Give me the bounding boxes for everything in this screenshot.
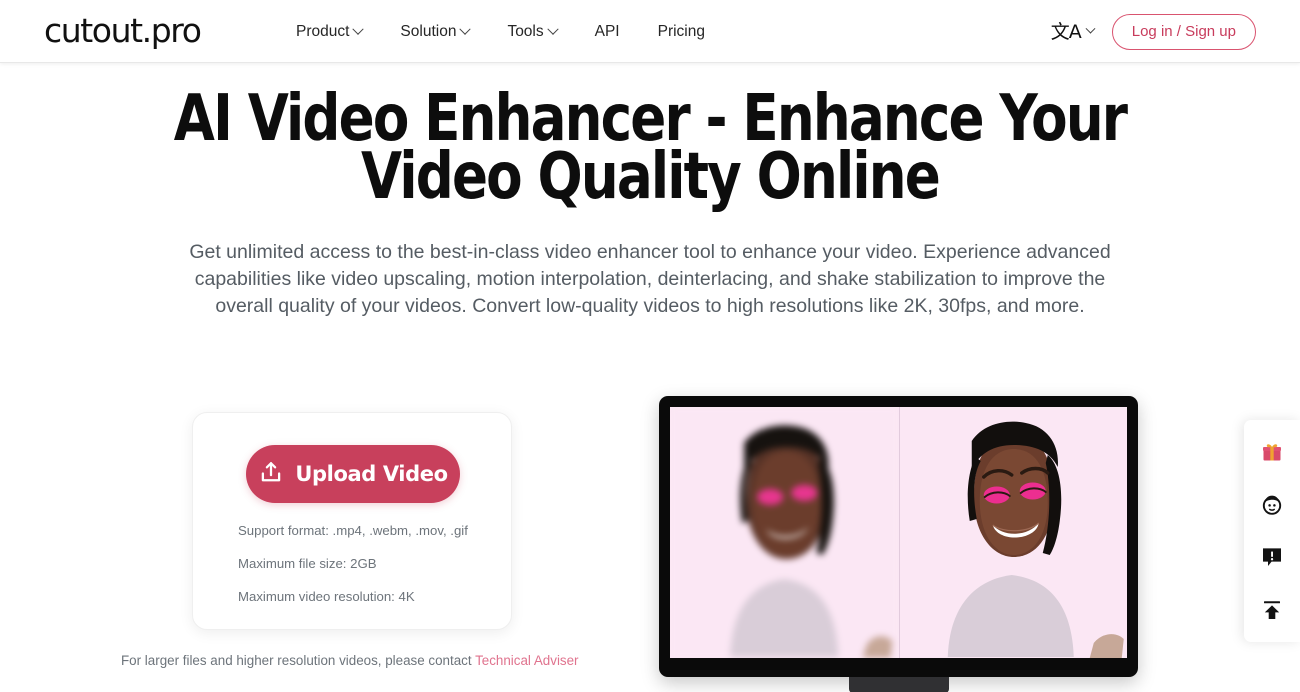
main-navigation: Product Solution Tools API Pricing: [296, 0, 705, 63]
comparison-screen: [670, 407, 1127, 658]
page-title: AI Video Enhancer - Enhance Your Video Q…: [173, 82, 1128, 214]
nav-label: Solution: [400, 22, 457, 40]
avatar-face-icon[interactable]: [1255, 488, 1289, 522]
chevron-down-icon: [459, 23, 472, 35]
upload-video-button[interactable]: Upload Video: [246, 445, 460, 503]
floating-action-bar: [1244, 420, 1300, 642]
max-resolution-note: Maximum video resolution: 4K: [238, 589, 415, 604]
logo[interactable]: cutout.pro: [44, 11, 202, 51]
chevron-down-icon: [546, 23, 559, 35]
chevron-down-icon: [1085, 23, 1096, 34]
upload-icon: [258, 460, 284, 489]
upload-constraints: Support format: .mp4, .webm, .mov, .gif …: [238, 523, 468, 622]
nav-item-pricing[interactable]: Pricing: [658, 17, 705, 47]
site-header: cutout.pro Product Solution Tools API Pr…: [0, 0, 1300, 63]
nav-item-product[interactable]: Product: [296, 17, 365, 47]
contact-text: For larger files and higher resolution v…: [121, 653, 476, 668]
header-actions: 文A Log in / Sign up: [1051, 0, 1256, 63]
contact-line: For larger files and higher resolution v…: [121, 653, 579, 668]
technical-adviser-link[interactable]: Technical Adviser: [475, 653, 578, 668]
before-frame-illustration: [670, 407, 899, 658]
video-preview-monitor: [659, 396, 1138, 692]
nav-label: API: [594, 22, 620, 40]
back-to-top-icon[interactable]: [1255, 593, 1289, 627]
support-format-note: Support format: .mp4, .webm, .mov, .gif: [238, 523, 468, 538]
login-signup-button[interactable]: Log in / Sign up: [1111, 13, 1256, 50]
translate-icon: 文A: [1050, 20, 1082, 43]
language-selector[interactable]: 文A: [1050, 20, 1096, 43]
page-subtitle: Get unlimited access to the best-in-clas…: [189, 241, 1111, 317]
chevron-down-icon: [352, 23, 365, 35]
preview-pane-before: [670, 407, 899, 658]
nav-item-api[interactable]: API: [595, 17, 620, 47]
nav-item-tools[interactable]: Tools: [507, 17, 559, 47]
preview-pane-after: [898, 407, 1127, 658]
feedback-icon[interactable]: [1255, 540, 1289, 574]
monitor-stand: [848, 677, 949, 692]
nav-label: Product: [296, 22, 350, 40]
nav-label: Tools: [507, 22, 544, 40]
gift-icon[interactable]: [1255, 435, 1289, 469]
upload-card: Upload Video Support format: .mp4, .webm…: [192, 412, 512, 630]
nav-item-solution[interactable]: Solution: [400, 17, 472, 47]
max-file-size-note: Maximum file size: 2GB: [238, 556, 377, 571]
upload-button-label: Upload Video: [295, 462, 448, 486]
after-frame-illustration: [899, 407, 1127, 658]
nav-label: Pricing: [657, 22, 705, 40]
